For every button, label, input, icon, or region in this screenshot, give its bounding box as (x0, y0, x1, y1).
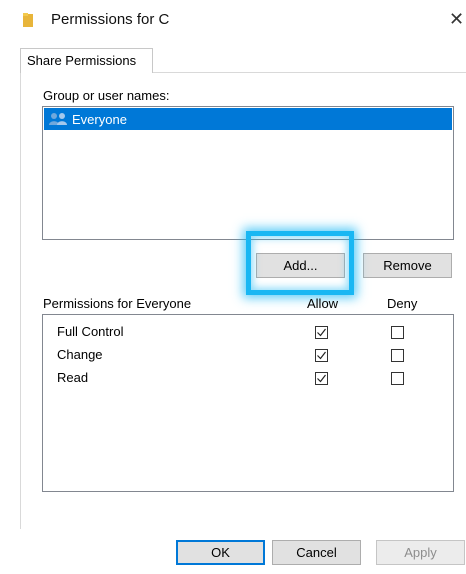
apply-button[interactable]: Apply (376, 540, 465, 565)
list-item-label: Everyone (72, 111, 127, 127)
checkmark-icon (317, 374, 326, 383)
allow-checkbox[interactable] (315, 349, 328, 362)
permissions-list (42, 314, 454, 492)
deny-checkbox[interactable] (391, 326, 404, 339)
group-user-listbox[interactable]: Everyone (42, 106, 454, 240)
perm-row-label: Change (57, 347, 103, 362)
allow-checkbox[interactable] (315, 326, 328, 339)
remove-button[interactable]: Remove (363, 253, 452, 278)
list-item-everyone[interactable]: Everyone (44, 108, 452, 130)
title-bar: Permissions for C ✕ (0, 0, 466, 40)
users-icon (49, 113, 67, 125)
folder-icon (23, 13, 33, 27)
allow-column-header: Allow (307, 296, 339, 311)
permissions-label: Permissions for Everyone (43, 296, 192, 311)
cancel-button[interactable]: Cancel (272, 540, 361, 565)
deny-checkbox[interactable] (391, 372, 404, 385)
close-icon[interactable]: ✕ (449, 9, 464, 30)
deny-checkbox[interactable] (391, 349, 404, 362)
checkmark-icon (317, 351, 326, 360)
checkmark-icon (317, 328, 326, 337)
tab-share-permissions[interactable]: Share Permissions (20, 48, 153, 73)
window-title: Permissions for C (51, 11, 170, 28)
highlight-box (246, 231, 354, 295)
group-or-user-names-label: Group or user names: (43, 88, 170, 103)
allow-checkbox[interactable] (315, 372, 328, 385)
ok-button[interactable]: OK (176, 540, 265, 565)
deny-column-header: Deny (387, 296, 418, 311)
perm-row-label: Full Control (57, 324, 124, 339)
perm-row-label: Read (57, 370, 89, 385)
